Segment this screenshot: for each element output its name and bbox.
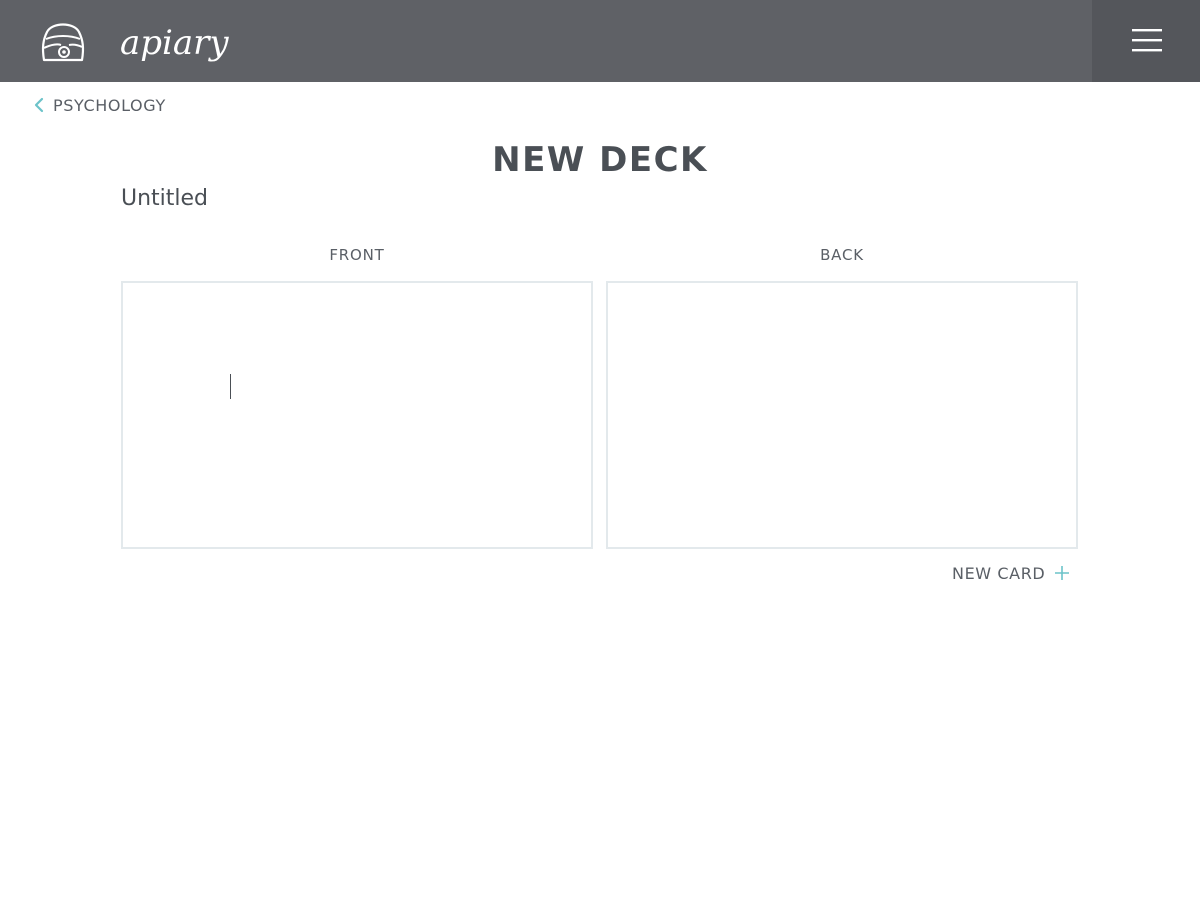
breadcrumb-label: PSYCHOLOGY — [53, 95, 166, 115]
back-column-label: BACK — [820, 246, 864, 264]
beehive-icon[interactable] — [38, 16, 88, 66]
new-card-button[interactable]: NEW CARD — [952, 562, 1070, 584]
breadcrumb-back-link[interactable]: PSYCHOLOGY — [34, 94, 166, 116]
text-cursor — [230, 374, 231, 399]
deck-name-field[interactable]: Untitled — [121, 186, 571, 218]
plus-icon — [1055, 566, 1070, 580]
svg-text:apiary: apiary — [120, 23, 229, 63]
hamburger-menu-icon — [1132, 29, 1162, 52]
card-back-input[interactable] — [606, 281, 1078, 549]
front-column-label: FRONT — [329, 246, 385, 264]
new-card-label: NEW CARD — [952, 563, 1046, 583]
top-bar: apiary — [0, 0, 1200, 82]
menu-button[interactable] — [1092, 0, 1200, 82]
page-title: NEW DECK — [492, 140, 708, 180]
card-front-input[interactable] — [121, 281, 593, 549]
chevron-left-icon — [34, 97, 44, 113]
apiary-wordmark[interactable]: apiary — [118, 18, 236, 74]
